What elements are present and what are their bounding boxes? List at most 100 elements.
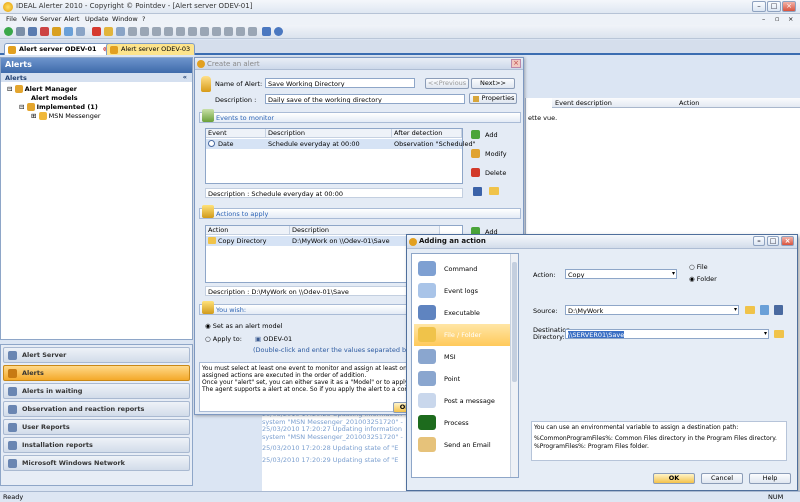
events-col-event[interactable]: Event	[206, 129, 266, 138]
browse-folder-icon[interactable]	[745, 306, 755, 314]
mdi-close-icon[interactable]: ×	[788, 15, 793, 23]
dialog-maximize-button[interactable]: □	[767, 236, 779, 246]
events-col-after[interactable]: After detection	[392, 129, 462, 138]
agent-icon[interactable]	[52, 27, 61, 36]
nav-installation-reports[interactable]: Installation reports	[3, 437, 190, 453]
stop-icon[interactable]	[40, 27, 49, 36]
nav-observation-reports[interactable]: Observation and reaction reports	[3, 401, 190, 417]
tree-models[interactable]: Alert models	[31, 94, 78, 102]
modify-event-button[interactable]: Modify	[469, 147, 517, 161]
next-button[interactable]: Next>>	[471, 78, 515, 89]
tree-root[interactable]: ⊟ Alert Manager	[7, 85, 77, 93]
category-process[interactable]: Process	[414, 412, 518, 434]
name-input[interactable]: Save Working Directory	[265, 78, 415, 88]
expand-icon[interactable]: ⊞	[31, 112, 36, 120]
dialog-close-button[interactable]: ×	[781, 236, 794, 246]
server-icon[interactable]	[16, 27, 25, 36]
browse-network-icon[interactable]	[774, 305, 783, 315]
category-point[interactable]: Point	[414, 368, 518, 390]
mdi-restore-icon[interactable]: ▫	[775, 15, 779, 23]
cancel-button[interactable]: Cancel	[701, 473, 743, 484]
window-icon[interactable]	[236, 27, 245, 36]
export-icon[interactable]	[140, 27, 149, 36]
dialog-minimize-button[interactable]: –	[753, 236, 765, 246]
nav-alerts[interactable]: Alerts	[3, 365, 190, 381]
menu-help[interactable]: ?	[142, 15, 145, 23]
category-msi[interactable]: MSI	[414, 346, 518, 368]
nav-alerts-waiting[interactable]: Alerts in waiting	[3, 383, 190, 399]
action-select[interactable]: Copy ▾	[565, 269, 677, 279]
source-input[interactable]: D:\MyWork ▾	[565, 305, 739, 315]
menu-view[interactable]: View	[22, 15, 37, 23]
grid-icon[interactable]	[248, 27, 257, 36]
option-set-model[interactable]: ◉ Set as an alert model	[205, 322, 282, 330]
expand-icon[interactable]: ⊟	[19, 103, 24, 111]
option-folder[interactable]: ◉ Folder	[689, 275, 717, 283]
category-post-message[interactable]: Post a message	[414, 390, 518, 412]
close-button[interactable]: ×	[782, 1, 796, 12]
menu-window[interactable]: Window	[112, 15, 138, 23]
open-folder-icon[interactable]	[489, 187, 499, 195]
apply-target[interactable]: ▣ ODEV-01	[255, 335, 292, 343]
destination-input[interactable]: \\SERVER01\Save ▾	[565, 329, 769, 339]
browse-folder-icon[interactable]	[774, 330, 784, 338]
schedule-icon[interactable]	[200, 27, 209, 36]
category-event-logs[interactable]: Event logs	[414, 280, 518, 302]
log-icon[interactable]	[212, 27, 221, 36]
chevron-down-icon[interactable]: ▾	[734, 306, 737, 313]
description-input[interactable]: Daily save of the working directory	[265, 94, 465, 104]
mdi-min-icon[interactable]: –	[762, 15, 765, 23]
category-scrollbar[interactable]	[510, 254, 518, 477]
tree-msn[interactable]: ⊞ MSN Messenger	[31, 112, 101, 120]
find-icon[interactable]	[176, 27, 185, 36]
menu-alert[interactable]: Alert	[64, 15, 79, 23]
add-event-button[interactable]: Add	[469, 128, 517, 142]
category-send-email[interactable]: Send an Email	[414, 434, 518, 456]
option-apply[interactable]: ○ Apply to:	[205, 335, 242, 343]
maximize-button[interactable]: □	[767, 1, 781, 12]
help-button[interactable]: Help	[749, 473, 791, 484]
column-event-description[interactable]: Event description	[552, 98, 676, 108]
menu-update[interactable]: Update	[85, 15, 109, 23]
column-action[interactable]: Action	[676, 98, 800, 108]
ok-button[interactable]: OK	[653, 473, 695, 484]
collapse-icon[interactable]: «	[183, 73, 187, 81]
chevron-down-icon[interactable]: ▾	[764, 330, 767, 337]
events-col-description[interactable]: Description	[266, 129, 392, 138]
network-icon[interactable]	[28, 27, 37, 36]
table-row[interactable]: Date Schedule everyday at 00:00 Observat…	[206, 139, 476, 149]
expand-icon[interactable]: ⊟	[7, 85, 12, 93]
options-icon[interactable]	[188, 27, 197, 36]
chevron-down-icon[interactable]: ▾	[672, 270, 675, 277]
actions-col-action[interactable]: Action	[206, 226, 290, 235]
previous-button[interactable]: <<Previous	[425, 78, 469, 89]
menu-server[interactable]: Server	[40, 15, 61, 23]
menu-file[interactable]: File	[6, 15, 17, 23]
category-executable[interactable]: Executable	[414, 302, 518, 324]
deploy-icon[interactable]	[64, 27, 73, 36]
about-icon[interactable]	[262, 27, 271, 36]
scroll-thumb[interactable]	[512, 262, 517, 382]
save-icon[interactable]	[473, 187, 482, 196]
browse-file-icon[interactable]	[760, 305, 769, 315]
import-icon[interactable]	[152, 27, 161, 36]
nav-alert-server[interactable]: Alert Server	[3, 347, 190, 363]
users-icon[interactable]	[224, 27, 233, 36]
tree-implemented[interactable]: ⊟ Implemented (1)	[19, 103, 98, 111]
tab-odev-01[interactable]: Alert server ODEV-01 ⊗	[4, 43, 114, 55]
print-icon[interactable]	[128, 27, 137, 36]
refresh-icon[interactable]	[4, 27, 13, 36]
help-icon[interactable]	[274, 27, 283, 36]
delete-event-button[interactable]: Delete	[469, 166, 517, 180]
dialog-close-button[interactable]: ×	[511, 59, 521, 68]
model-icon[interactable]	[104, 27, 113, 36]
properties-button[interactable]: Properties	[469, 93, 517, 104]
category-file-folder[interactable]: File / Folder	[414, 324, 518, 346]
filter-icon[interactable]	[76, 27, 85, 36]
minimize-button[interactable]: –	[752, 1, 766, 12]
category-command[interactable]: Command	[414, 258, 518, 280]
tab-odev-03[interactable]: Alert server ODEV-03	[106, 43, 196, 55]
option-file[interactable]: ○ File	[689, 263, 708, 271]
alert-icon[interactable]	[92, 27, 101, 36]
settings-icon[interactable]	[164, 27, 173, 36]
